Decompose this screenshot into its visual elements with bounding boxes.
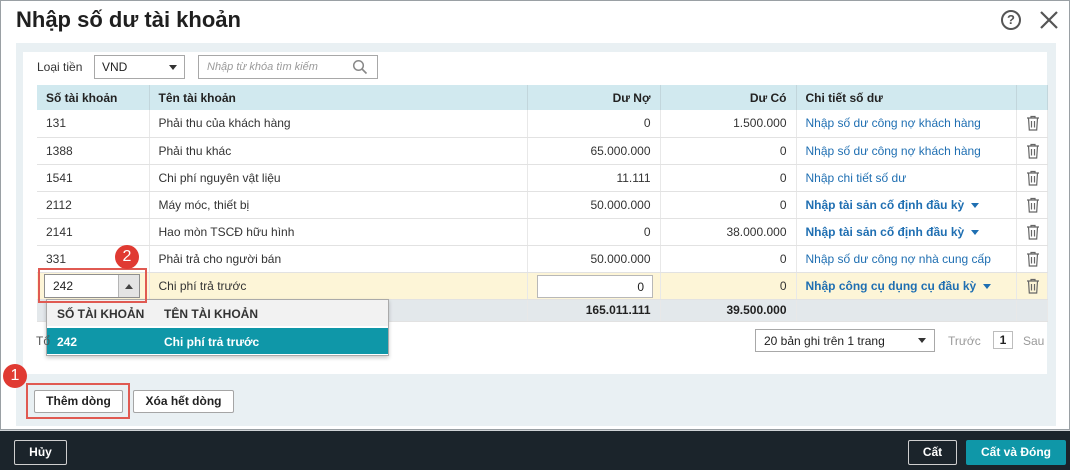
help-icon[interactable]: ? bbox=[1001, 10, 1021, 30]
table-row[interactable]: 1541 Chi phí nguyên vật liệu 11.111 0 Nh… bbox=[37, 164, 1048, 192]
cell-debit[interactable]: 50.000.000 bbox=[527, 245, 661, 273]
cancel-button[interactable]: Hủy bbox=[14, 440, 67, 465]
delete-cell bbox=[1016, 272, 1048, 300]
cell-account-name[interactable]: Chi phí trả trước bbox=[149, 272, 528, 300]
total-credit: 39.500.000 bbox=[660, 299, 797, 322]
account-dropdown: SỐ TÀI KHOẢN TÊN TÀI KHOẢN 242 Chi phí t… bbox=[46, 299, 389, 356]
step-marker-1: 1 bbox=[3, 364, 27, 388]
detail-link-text: Nhập tài sản cố định đầu kỳ bbox=[805, 224, 965, 239]
cell-account-no[interactable]: 2141 bbox=[37, 218, 150, 246]
trash-icon[interactable] bbox=[1026, 278, 1040, 294]
save-button[interactable]: Cất bbox=[908, 440, 957, 465]
cell-account-no[interactable]: 131 bbox=[37, 110, 150, 138]
dropdown-option-name: Chi phí trả trước bbox=[164, 335, 260, 349]
currency-select[interactable]: VND bbox=[94, 55, 185, 79]
dropdown-option-no: 242 bbox=[57, 335, 78, 349]
detail-link-text: Nhập tài sản cố định đầu kỳ bbox=[805, 197, 965, 212]
trash-icon[interactable] bbox=[1026, 251, 1040, 267]
delete-cell bbox=[1016, 110, 1048, 138]
search-input[interactable]: Nhập từ khóa tìm kiếm bbox=[198, 55, 378, 79]
cell-credit[interactable]: 38.000.000 bbox=[660, 218, 797, 246]
cell-account-name[interactable]: Phải thu khác bbox=[149, 137, 528, 165]
cell-account-name[interactable]: Chi phí nguyên vật liệu bbox=[149, 164, 528, 192]
cell-account-name[interactable]: Phải thu của khách hàng bbox=[149, 110, 528, 138]
cell-account-name[interactable]: Hao mòn TSCĐ hữu hình bbox=[149, 218, 528, 246]
delete-cell bbox=[1016, 164, 1048, 192]
step-marker-2: 2 bbox=[115, 245, 139, 269]
currency-value: VND bbox=[102, 60, 128, 74]
detail-link-text: Nhập công cụ dụng cụ đầu kỳ bbox=[805, 278, 977, 293]
save-and-close-button[interactable]: Cất và Đóng bbox=[966, 440, 1066, 465]
cell-credit[interactable]: 1.500.000 bbox=[660, 110, 797, 138]
table-row[interactable]: 2112 Máy móc, thiết bị 50.000.000 0 Nhập… bbox=[37, 191, 1048, 219]
chevron-down-icon bbox=[971, 229, 980, 235]
dropdown-header-name: TÊN TÀI KHOẢN bbox=[164, 307, 258, 321]
dropdown-header-no: SỐ TÀI KHOẢN bbox=[57, 307, 145, 321]
trash-icon[interactable] bbox=[1026, 170, 1040, 186]
table-row[interactable]: 1388 Phải thu khác 65.000.000 0 Nhập số … bbox=[37, 137, 1048, 165]
dialog-title: Nhập số dư tài khoản bbox=[16, 7, 241, 32]
trash-icon[interactable] bbox=[1026, 197, 1040, 213]
dropdown-option[interactable]: 242 Chi phí trả trước bbox=[47, 328, 388, 354]
highlight-box-account-input bbox=[38, 268, 147, 303]
table-row[interactable]: 2141 Hao mòn TSCĐ hữu hình 0 38.000.000 … bbox=[37, 218, 1048, 246]
detail-dropdown-link[interactable]: Nhập tài sản cố định đầu kỳ bbox=[796, 218, 1017, 246]
clear-rows-button[interactable]: Xóa hết dòng bbox=[133, 390, 234, 413]
cell-debit[interactable]: 0 bbox=[527, 218, 661, 246]
cell-debit[interactable]: 65.000.000 bbox=[527, 137, 661, 165]
chevron-down-icon bbox=[169, 65, 177, 70]
table-row[interactable]: 131 Phải thu của khách hàng 0 1.500.000 … bbox=[37, 110, 1048, 138]
detail-link[interactable]: Nhập chi tiết số dư bbox=[796, 164, 1017, 192]
table-header: Số tài khoản Tên tài khoản Dư Nợ Dư Có C… bbox=[37, 85, 1048, 110]
detail-dropdown-link[interactable]: Nhập công cụ dụng cụ đầu kỳ bbox=[796, 272, 1017, 300]
chevron-down-icon bbox=[918, 338, 926, 343]
col-delete bbox=[1016, 85, 1048, 110]
cell-account-name[interactable]: Máy móc, thiết bị bbox=[149, 191, 528, 219]
cell-account-no[interactable]: 2112 bbox=[37, 191, 150, 219]
highlight-box-add-row bbox=[26, 383, 130, 419]
total-debit: 165.011.111 bbox=[527, 299, 661, 322]
cell-credit[interactable]: 0 bbox=[660, 245, 797, 273]
search-icon[interactable] bbox=[352, 59, 368, 75]
page-size-value: 20 bản ghi trên 1 trang bbox=[764, 334, 885, 348]
dropdown-header: SỐ TÀI KHOẢN TÊN TÀI KHOẢN bbox=[47, 300, 388, 326]
next-page-button[interactable]: Sau bbox=[1023, 334, 1044, 348]
chevron-down-icon bbox=[983, 283, 992, 289]
delete-cell bbox=[1016, 137, 1048, 165]
delete-cell bbox=[1016, 245, 1048, 273]
page-number[interactable]: 1 bbox=[993, 331, 1013, 349]
detail-link[interactable]: Nhập số dư công nợ nhà cung cấp bbox=[796, 245, 1017, 273]
debit-input[interactable]: 0 bbox=[537, 275, 653, 298]
total-records-label: Tổ bbox=[36, 334, 51, 348]
prev-page-button[interactable]: Trước bbox=[948, 334, 981, 348]
table-row[interactable]: 331 Phải trả cho người bán 50.000.000 0 … bbox=[37, 245, 1048, 273]
cell-debit[interactable]: 0 bbox=[527, 110, 661, 138]
close-icon[interactable] bbox=[1037, 8, 1061, 32]
cell-account-name[interactable]: Phải trả cho người bán bbox=[149, 245, 528, 273]
cell-credit[interactable]: 0 bbox=[660, 191, 797, 219]
cell-credit[interactable]: 0 bbox=[660, 164, 797, 192]
currency-label: Loại tiền bbox=[37, 60, 83, 74]
delete-cell bbox=[1016, 191, 1048, 219]
cell-debit[interactable]: 50.000.000 bbox=[527, 191, 661, 219]
col-detail[interactable]: Chi tiết số dư bbox=[796, 85, 1017, 110]
detail-link[interactable]: Nhập số dư công nợ khách hàng bbox=[796, 110, 1017, 138]
detail-dropdown-link[interactable]: Nhập tài sản cố định đầu kỳ bbox=[796, 191, 1017, 219]
cell-account-no[interactable]: 1541 bbox=[37, 164, 150, 192]
trash-icon[interactable] bbox=[1026, 115, 1040, 131]
col-debit[interactable]: Dư Nợ bbox=[527, 85, 661, 110]
trash-icon[interactable] bbox=[1026, 143, 1040, 159]
trash-icon[interactable] bbox=[1026, 224, 1040, 240]
col-credit[interactable]: Dư Có bbox=[660, 85, 797, 110]
col-account-no[interactable]: Số tài khoản bbox=[37, 85, 150, 110]
delete-cell bbox=[1016, 218, 1048, 246]
cell-debit[interactable]: 11.111 bbox=[527, 164, 661, 192]
cell-credit[interactable]: 0 bbox=[660, 137, 797, 165]
cell-credit[interactable]: 0 bbox=[660, 272, 797, 300]
cell-account-no[interactable]: 1388 bbox=[37, 137, 150, 165]
page-size-select[interactable]: 20 bản ghi trên 1 trang bbox=[755, 329, 935, 352]
col-account-name[interactable]: Tên tài khoản bbox=[149, 85, 528, 110]
chevron-down-icon bbox=[971, 202, 980, 208]
detail-link[interactable]: Nhập số dư công nợ khách hàng bbox=[796, 137, 1017, 165]
